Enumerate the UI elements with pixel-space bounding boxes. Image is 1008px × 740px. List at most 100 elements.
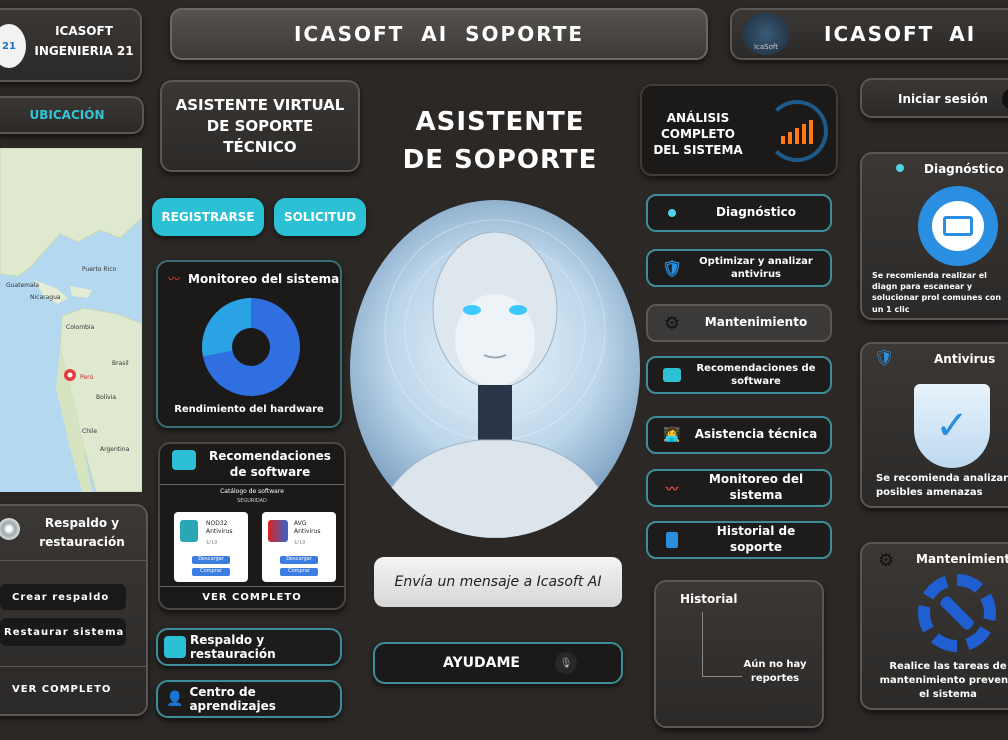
avg-buy-button[interactable]: Comprar — [280, 568, 318, 576]
recommend-title: Recomendaciones de software — [209, 449, 331, 480]
register-label: REGISTRARSE — [161, 210, 255, 224]
learning-link[interactable]: 👤 Centro de aprendizajes — [156, 680, 342, 718]
location-label: UBICACIÓN — [29, 108, 105, 122]
menu-optimize-antivirus[interactable]: 🛡 Optimizar y analizar antivirus — [646, 249, 832, 287]
history-title: Historial — [680, 592, 738, 606]
map-label-peru: Perú — [80, 374, 94, 381]
nod32-download-button[interactable]: Descargar — [192, 556, 230, 564]
history-card: Historial Aún no hay reportes — [654, 580, 824, 728]
backup-card: Respaldo y restauración Crear respaldo R… — [0, 504, 148, 716]
register-button[interactable]: REGISTRARSE — [152, 198, 264, 236]
brand-subtitle: INGENIERIA 21 — [34, 44, 134, 58]
brand-title: ICASOFT AI — [824, 22, 977, 46]
nod32-name: NOD32 Antivirus — [206, 520, 233, 535]
backup-link-label: Respaldo y restauración — [190, 633, 276, 661]
diagnostic-card[interactable]: Diagnóstico Se recomienda realizar el di… — [860, 152, 1008, 320]
backup-title: Respaldo y restauración — [39, 516, 125, 550]
icasoft-logo-text: IcaSoft — [753, 43, 778, 51]
icasoft-logo: IcaSoft — [742, 13, 790, 55]
antivirus-card[interactable]: 🛡 Antivirus ✓ Se recomienda analizar pos… — [860, 342, 1008, 508]
analysis-card[interactable]: ANÁLISIS COMPLETO DEL SISTEMA — [640, 84, 838, 176]
brand-logo: 21 — [0, 24, 26, 68]
request-button[interactable]: SOLICITUD — [274, 198, 366, 236]
support-agent-icon: 👩‍💻 — [663, 427, 681, 443]
maint-card-title: Mantenimiento — [916, 552, 1008, 566]
menu-recommendations-label: Recomendaciones de software — [696, 363, 816, 387]
map-label-chile: Chile — [82, 428, 98, 435]
menu-history[interactable]: Historial de soporte — [646, 521, 832, 559]
app-card-nod32[interactable]: NOD32 Antivirus $/19 Descargar Comprar — [174, 512, 248, 582]
menu-monitoring[interactable]: 〰 Monitoreo del sistema — [646, 469, 832, 507]
signal-bars-icon — [766, 100, 828, 162]
help-button[interactable]: AYUDAME 🎙 — [373, 642, 623, 684]
gear-icon: ⚙ — [878, 550, 895, 571]
header-brand-bar: IcaSoft ICASOFT AI — [730, 8, 1008, 60]
map-label-puerto-rico: Puerto Rico — [82, 266, 117, 273]
monitor-caption: Rendimiento del hardware — [174, 404, 324, 415]
gear-icon: ⚙ — [663, 312, 681, 334]
diag-card-title: Diagnóstico — [924, 162, 1004, 176]
backup-see-all[interactable]: VER COMPLETO — [12, 684, 111, 695]
hardware-donut — [202, 298, 300, 396]
assistant-card-title: ASISTENTE VIRTUAL DE SOPORTE TÉCNICO — [175, 95, 345, 156]
history-empty: Aún no hay reportes — [743, 659, 807, 684]
recommend-see-all[interactable]: VER COMPLETO — [160, 592, 344, 603]
location-button[interactable]: UBICACIÓN — [0, 96, 144, 134]
menu-recommendations[interactable]: Recomendaciones de software — [646, 356, 832, 394]
assistant-card: ASISTENTE VIRTUAL DE SOPORTE TÉCNICO — [160, 80, 360, 172]
catalog-label: Catálogo de software — [220, 488, 284, 495]
menu-assistance[interactable]: 👩‍💻 Asistencia técnica — [646, 416, 832, 454]
restore-system-label: Restaurar sistema — [4, 626, 125, 638]
pulse-icon: 〰 — [168, 272, 181, 286]
menu-maintenance[interactable]: ⚙ Mantenimiento — [646, 304, 832, 342]
help-label: AYUDAME — [443, 655, 520, 671]
nod32-price: $/19 — [206, 540, 218, 546]
create-backup-button[interactable]: Crear respaldo — [0, 584, 126, 610]
avg-price: $/19 — [294, 540, 306, 546]
create-backup-label: Crear respaldo — [12, 591, 110, 603]
avg-download-button[interactable]: Descargar — [280, 556, 318, 564]
user-avatar-icon — [1002, 88, 1008, 110]
menu-assistance-label: Asistencia técnica — [694, 427, 818, 442]
header-title: ICASOFT AI SOPORTE — [293, 22, 585, 46]
monitor-screen-icon — [172, 450, 196, 470]
backup-link-icon — [164, 636, 186, 658]
nod32-buy-button[interactable]: Comprar — [192, 568, 230, 576]
request-label: SOLICITUD — [283, 210, 357, 224]
microphone-icon[interactable]: 🎙 — [555, 652, 577, 674]
avg-name: AVG Antivirus — [294, 520, 321, 535]
menu-optimize-label: Optimizar y analizar antivirus — [699, 256, 813, 280]
main-title-line2: DE SOPORTE — [402, 144, 598, 175]
backup-link[interactable]: Respaldo y restauración — [156, 628, 342, 666]
chat-input[interactable]: Envía un mensaje a Icasoft AI — [374, 557, 622, 607]
menu-diagnostic[interactable]: Diagnóstico — [646, 194, 832, 232]
main-title: ASISTENTE DE SOPORTE — [396, 104, 604, 179]
security-label: SEGURIDAD — [237, 498, 267, 504]
shield-icon: 🛡 — [874, 348, 895, 367]
restore-system-button[interactable]: Restaurar sistema — [0, 618, 126, 646]
shield-icon: 🛡 — [661, 258, 683, 278]
shield-check-icon: ✓ — [914, 384, 990, 468]
location-map[interactable]: Puerto Rico Guatemala Nicaragua Colombia… — [0, 148, 142, 492]
avg-logo-icon — [268, 520, 288, 542]
learning-person-icon: 👤 — [166, 691, 184, 707]
maintenance-card[interactable]: ⚙ Mantenimiento Realice las tareas de ma… — [860, 542, 1008, 710]
antivirus-card-text: Se recomienda analizar posibles amenazas — [876, 473, 1008, 498]
brand-logo-text: 21 — [2, 40, 16, 52]
clipboard-icon — [662, 530, 682, 550]
monitor-card[interactable]: 〰 Monitoreo del sistema Rendimiento del … — [156, 260, 342, 428]
menu-history-label: Historial de soporte — [716, 524, 796, 554]
map-label-nicaragua: Nicaragua — [30, 294, 61, 301]
app-card-avg[interactable]: AVG Antivirus $/19 Descargar Comprar — [262, 512, 336, 582]
map-label-argentina: Argentina — [100, 446, 130, 453]
dot-icon — [662, 203, 682, 223]
pulse-icon: 〰 — [665, 481, 678, 496]
antivirus-card-title: Antivirus — [934, 352, 996, 366]
brand-card: 21 ICASOFT INGENIERIA 21 — [0, 8, 142, 82]
analysis-title: ANÁLISIS COMPLETO DEL SISTEMA — [653, 111, 743, 158]
menu-monitoring-label: Monitoreo del sistema — [708, 472, 804, 502]
chat-placeholder: Envía un mensaje a Icasoft AI — [394, 574, 602, 590]
login-button[interactable]: Iniciar sesión — [860, 78, 1008, 118]
map-label-brasil: Brasil — [112, 360, 129, 367]
diag-card-text: Se recomienda realizar el diagn para esc… — [872, 271, 1002, 314]
